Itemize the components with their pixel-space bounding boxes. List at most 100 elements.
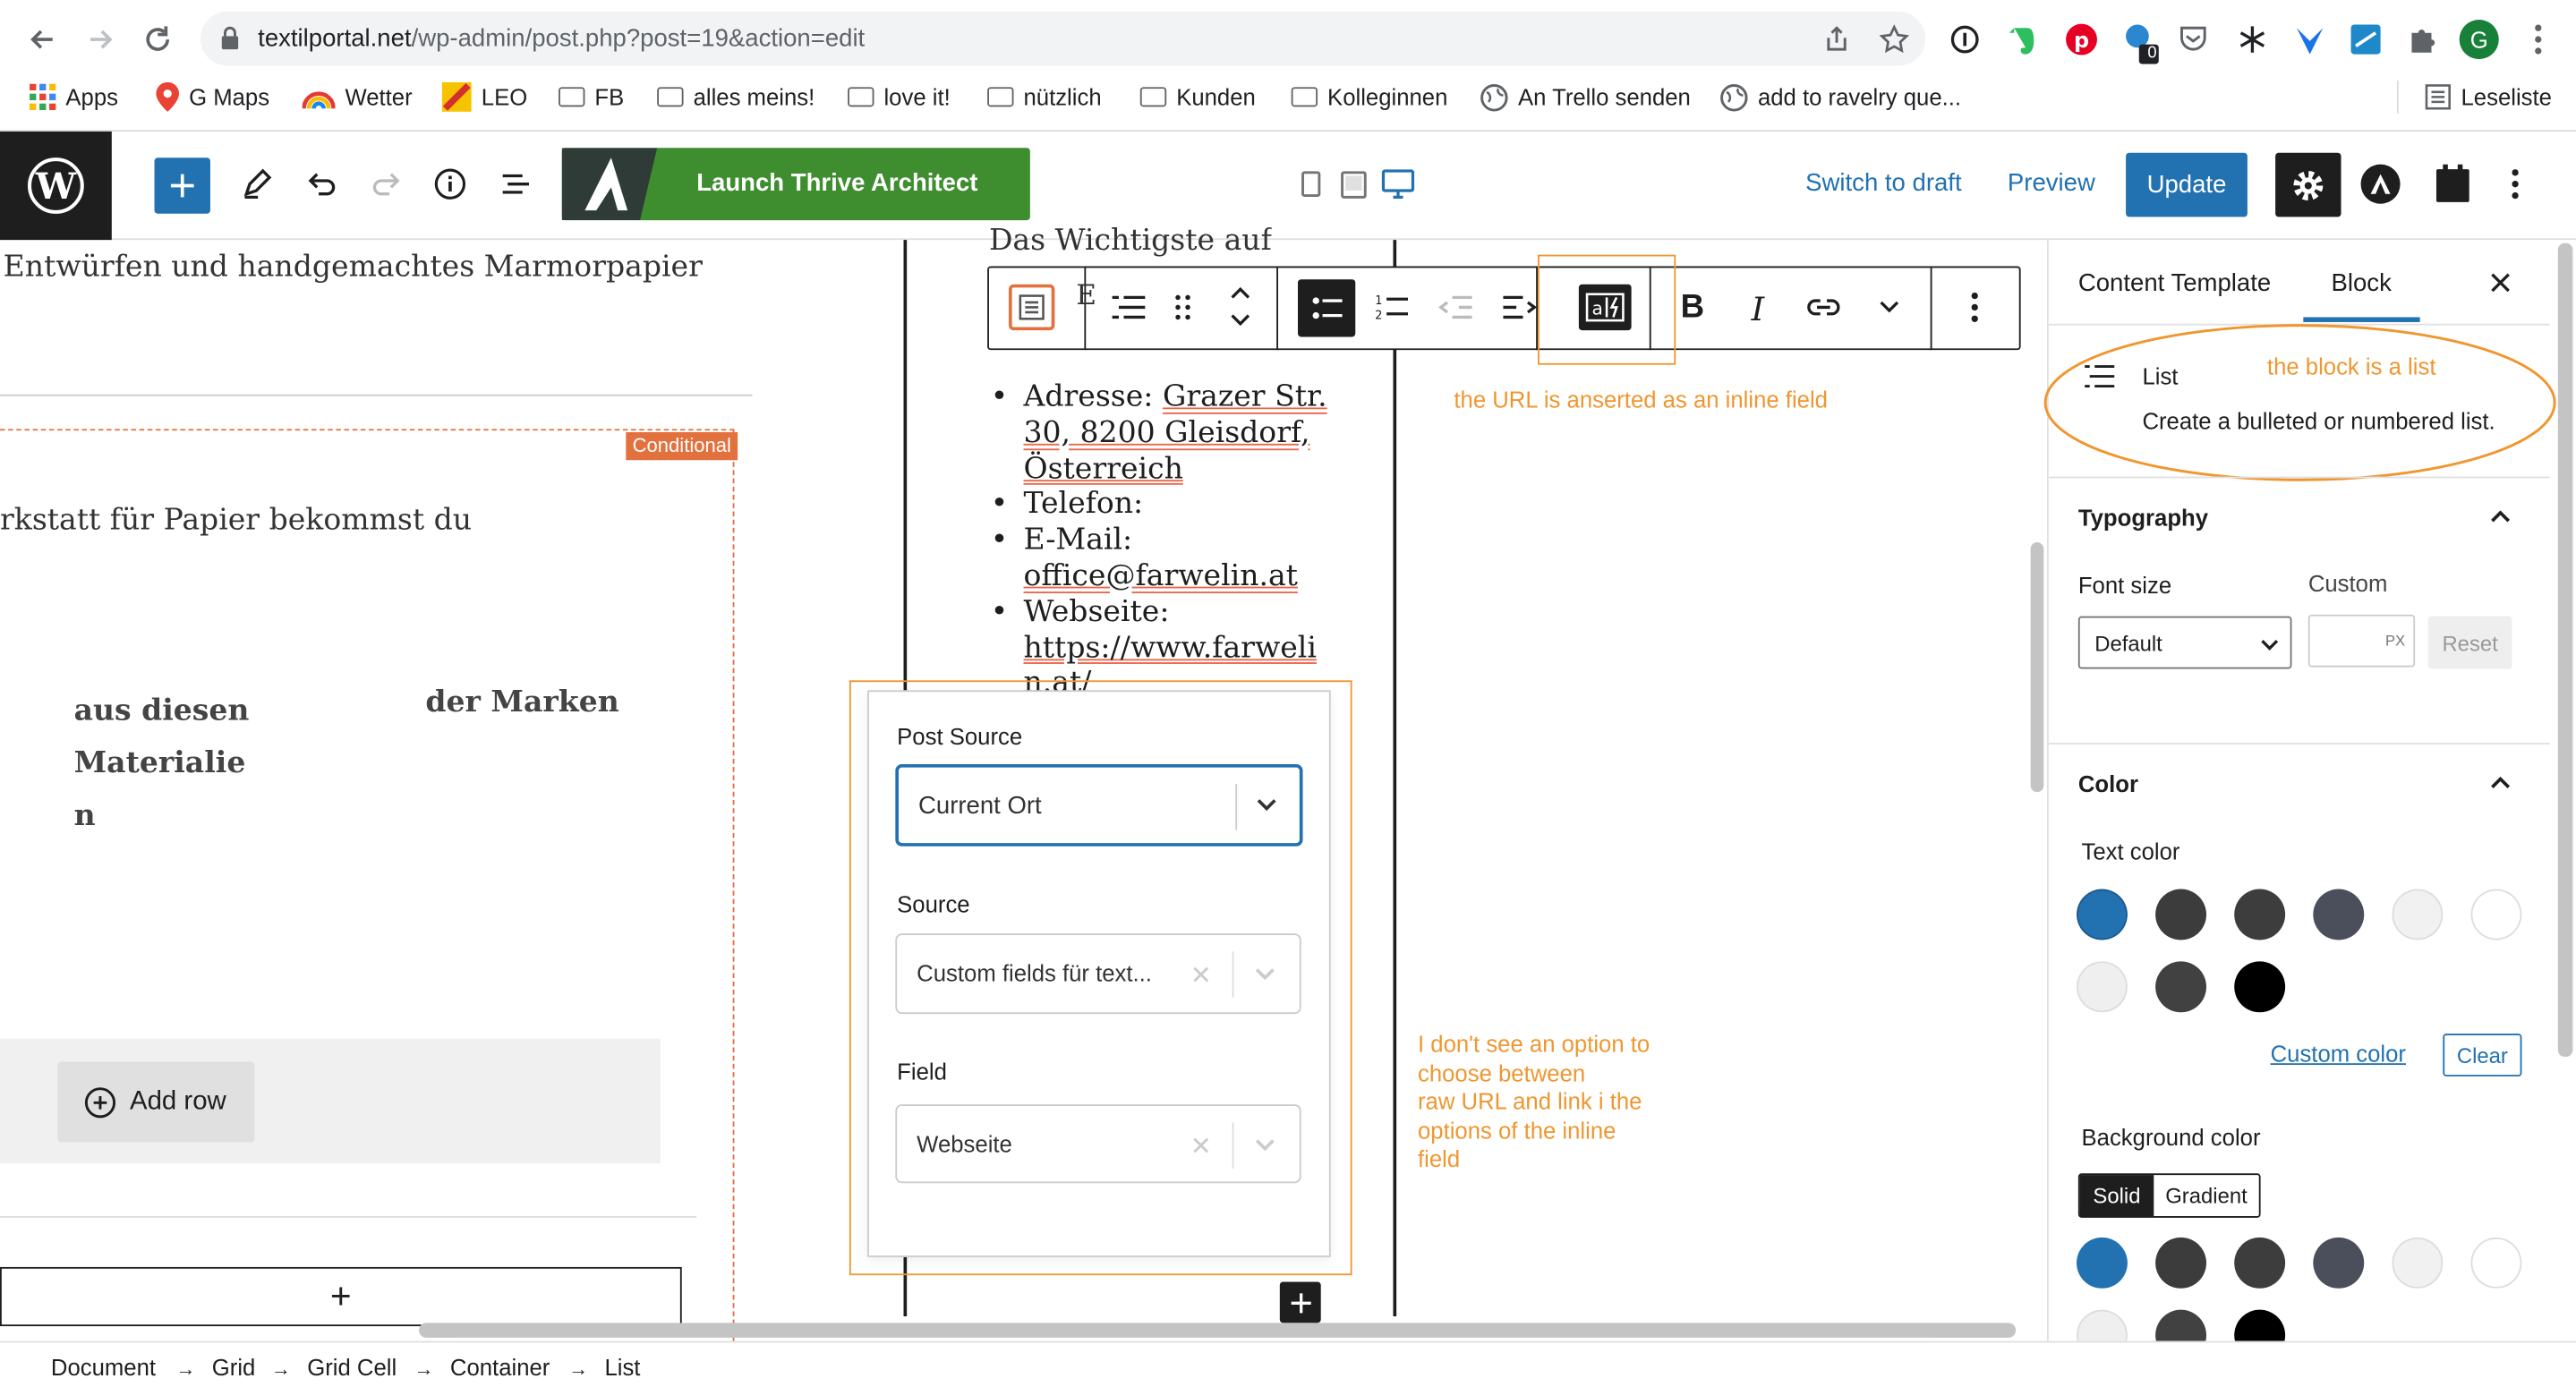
tab-block[interactable]: Block — [2332, 269, 2392, 297]
solid-tab[interactable]: Solid — [2079, 1175, 2154, 1217]
bookmark-fb[interactable]: FB — [559, 79, 624, 115]
breadcrumb-item[interactable]: List — [604, 1354, 640, 1380]
column-text-2[interactable]: der Marken — [425, 685, 618, 720]
star-icon[interactable] — [1879, 24, 1909, 55]
gradient-tab[interactable]: Gradient — [2154, 1175, 2258, 1216]
bookmark-love-it[interactable]: love it! — [848, 79, 951, 115]
inserter-button[interactable] — [1279, 1281, 1321, 1323]
bookmark-trello[interactable]: An Trello senden — [1480, 79, 1691, 115]
color-collapse-button[interactable] — [2489, 774, 2512, 790]
list-item[interactable]: • Telefon: — [991, 487, 1386, 523]
ordered-list-button[interactable]: 12 — [1373, 291, 1409, 324]
canvas-vertical-scrollbar[interactable] — [2030, 542, 2044, 793]
perplexity-icon[interactable] — [2236, 23, 2269, 56]
text-color-swatch[interactable] — [2077, 961, 2128, 1013]
extensions-puzzle-icon[interactable] — [2407, 25, 2436, 55]
link-button[interactable] — [1805, 293, 1841, 322]
options-menu-button[interactable] — [2512, 169, 2519, 200]
bookmark-kolleginnen[interactable]: Kolleginnen — [1291, 79, 1447, 115]
switch-to-draft-button[interactable]: Switch to draft — [1805, 169, 1961, 197]
reset-button[interactable]: Reset — [2427, 616, 2512, 669]
breadcrumb-item[interactable]: Grid — [212, 1354, 256, 1380]
bookmark-alles-meins[interactable]: alles meins! — [657, 79, 815, 115]
move-up-button[interactable] — [1227, 283, 1253, 302]
back-icon[interactable] — [26, 23, 59, 56]
bookmark-wetter[interactable]: Wetter — [302, 79, 413, 115]
text-color-swatch[interactable] — [2392, 889, 2444, 940]
bookmark-ravelry[interactable]: add to ravelry que... — [1720, 79, 1961, 115]
text-color-swatch[interactable] — [2077, 889, 2128, 940]
plugin-clipboard-button[interactable] — [2435, 164, 2470, 204]
bookmark-nuetzlich[interactable]: nützlich — [987, 79, 1102, 115]
horizontal-scrollbar[interactable] — [419, 1323, 2017, 1338]
breadcrumb-item[interactable]: Document — [51, 1354, 156, 1380]
preview-mobile-icon[interactable] — [1301, 171, 1321, 198]
add-row-button[interactable]: Add row — [57, 1061, 255, 1143]
pocket-icon[interactable] — [2179, 25, 2208, 53]
add-block-button[interactable] — [154, 157, 210, 214]
bg-color-swatch[interactable] — [2077, 1237, 2128, 1289]
block-type-list-button[interactable] — [1109, 287, 1148, 327]
bold-button[interactable]: B — [1681, 289, 1705, 327]
list-item[interactable]: • E-Mail: office@farwelin.at — [991, 523, 1386, 594]
indent-button[interactable] — [1502, 293, 1538, 322]
text-color-swatch[interactable] — [2234, 889, 2286, 940]
yoast-icon[interactable] — [2293, 23, 2326, 56]
font-size-select[interactable]: Default — [2077, 616, 2292, 669]
move-down-button[interactable] — [1227, 311, 1253, 330]
bookmark-apps[interactable]: Apps — [30, 79, 118, 115]
text-color-swatch[interactable] — [2470, 889, 2522, 940]
block-options-button[interactable] — [1971, 292, 1978, 322]
redo-button[interactable] — [360, 157, 413, 210]
list-view-button[interactable] — [490, 157, 542, 210]
block-appender[interactable]: + — [0, 1266, 682, 1327]
browser-menu-icon[interactable] — [2535, 24, 2542, 55]
screenshot-icon[interactable] — [2350, 23, 2383, 56]
color-panel-title[interactable]: Color — [2078, 770, 2138, 796]
text-color-swatch[interactable] — [2155, 961, 2207, 1013]
profile-avatar[interactable]: G — [2459, 20, 2499, 60]
source-select[interactable]: Custom fields für text... — [895, 933, 1301, 1015]
breadcrumb-item[interactable]: Grid Cell — [307, 1354, 397, 1380]
tab-content-template[interactable]: Content Template — [2078, 269, 2271, 297]
typography-collapse-button[interactable] — [2489, 507, 2512, 523]
clear-color-button[interactable]: Clear — [2443, 1034, 2522, 1076]
text-color-swatch[interactable] — [2155, 889, 2207, 940]
undo-button[interactable] — [295, 157, 348, 210]
bg-color-swatch[interactable] — [2155, 1237, 2207, 1289]
share-icon[interactable] — [1823, 26, 1849, 52]
more-formats-button[interactable] — [1876, 297, 1902, 317]
list-item[interactable]: • Webseite: https://www.farweli n.at/ — [991, 594, 1386, 692]
conditional-block[interactable] — [0, 429, 735, 1349]
sidebar-vertical-scrollbar[interactable] — [2557, 243, 2573, 1057]
text-color-swatch[interactable] — [2313, 889, 2365, 940]
pinterest-icon[interactable]: p — [2065, 23, 2098, 56]
reload-icon[interactable] — [141, 23, 175, 56]
outdent-button[interactable] — [1437, 293, 1473, 322]
thrive-plugin-button[interactable] — [2360, 164, 2401, 204]
list-block[interactable]: • Adresse: Grazer Str. 30, 8200 Gleisdor… — [991, 379, 1386, 692]
forward-icon[interactable] — [84, 23, 117, 56]
evernote-icon[interactable] — [2008, 23, 2037, 56]
tools-pencil-button[interactable] — [230, 157, 283, 210]
details-button[interactable] — [424, 157, 477, 210]
field-select[interactable]: Webseite — [895, 1104, 1301, 1184]
clear-x-icon[interactable] — [1191, 965, 1211, 984]
bg-color-swatch[interactable] — [2313, 1237, 2365, 1289]
bg-color-swatch[interactable] — [2234, 1237, 2286, 1289]
unordered-list-button[interactable] — [1298, 279, 1356, 337]
close-sidebar-button[interactable] — [2489, 271, 2512, 294]
column-text-1[interactable]: aus diesen Materialie n — [74, 685, 250, 843]
bookmark-kunden[interactable]: Kunden — [1139, 79, 1256, 115]
preview-desktop-icon[interactable] — [1381, 169, 1415, 200]
custom-font-size-input[interactable]: PX — [2307, 614, 2416, 668]
bookmark-gmaps[interactable]: G Maps — [156, 79, 269, 115]
settings-button[interactable] — [2275, 152, 2341, 217]
reading-list[interactable]: Leseliste — [2425, 79, 2552, 115]
preview-button[interactable]: Preview — [2008, 169, 2095, 197]
extension-info-icon[interactable] — [1950, 25, 1980, 55]
clear-x-icon[interactable] — [1191, 1136, 1211, 1155]
breadcrumb-item[interactable]: Container — [450, 1354, 550, 1380]
body-text[interactable]: rkstatt für Papier bekommst du — [0, 503, 472, 538]
text-color-swatch[interactable] — [2234, 961, 2286, 1013]
